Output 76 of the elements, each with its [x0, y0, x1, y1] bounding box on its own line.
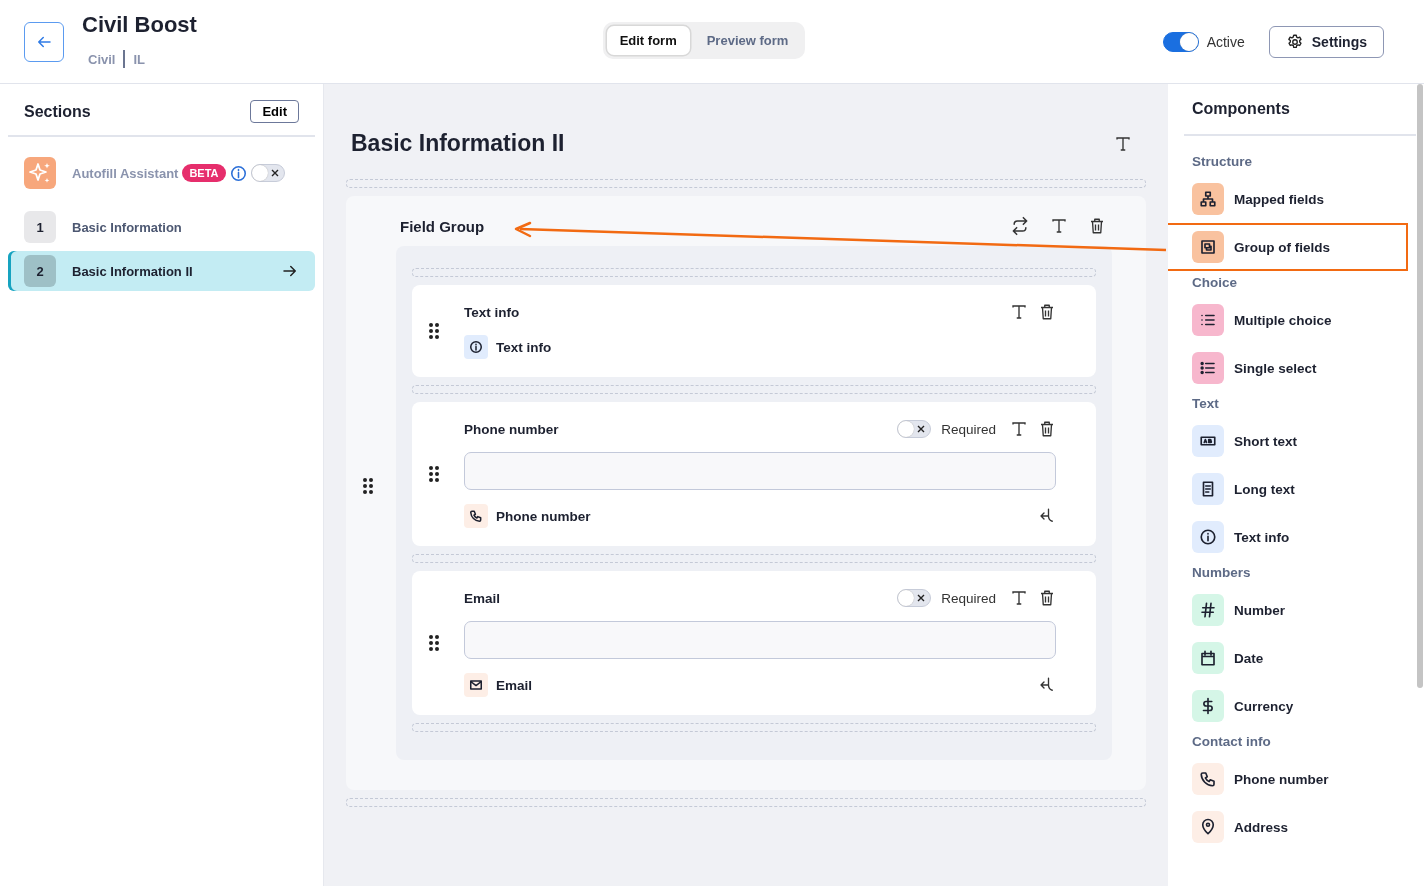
section-item[interactable]: 2 Basic Information II: [8, 251, 315, 291]
component-item[interactable]: Single select: [1184, 344, 1416, 392]
section-number: 2: [24, 255, 56, 287]
back-button[interactable]: [24, 22, 64, 62]
mode-tab[interactable]: Edit form: [606, 26, 690, 55]
field-label: Phone number: [464, 421, 559, 437]
field-type-label: Email: [496, 677, 534, 693]
section-item[interactable]: 1 Basic Information: [8, 207, 315, 247]
settings-icon: [1285, 33, 1304, 51]
component-item[interactable]: Text info: [1184, 513, 1416, 561]
component-category: Text: [1191, 395, 1220, 413]
required-toggle[interactable]: [897, 420, 932, 438]
form-title: Civil Boost: [82, 12, 197, 38]
text-format-icon[interactable]: [1010, 303, 1028, 321]
drag-handle-icon[interactable]: [428, 322, 440, 340]
required-label: Required: [941, 590, 996, 606]
field-group-title: Field Group: [400, 217, 485, 235]
input-field[interactable]: [464, 452, 1056, 490]
component-item[interactable]: Phone number: [1184, 755, 1416, 803]
component-item[interactable]: Mapped fields: [1184, 175, 1416, 223]
components-title: Components: [1184, 84, 1416, 136]
info-icon: [464, 335, 488, 359]
field-label: Text info: [464, 304, 520, 320]
field-label: Email: [464, 590, 501, 606]
active-label: Active: [1206, 34, 1245, 50]
text-format-icon[interactable]: [1010, 589, 1028, 607]
mode-tab[interactable]: Preview form: [693, 26, 802, 55]
drag-handle-icon[interactable]: [362, 477, 374, 495]
text-format-icon[interactable]: [1114, 134, 1132, 153]
input-field[interactable]: [464, 621, 1056, 659]
trash-icon[interactable]: [1038, 303, 1056, 321]
text-format-icon[interactable]: [1010, 420, 1028, 438]
active-toggle[interactable]: [1162, 32, 1199, 52]
x-icon: [270, 169, 279, 177]
autofill-label: Autofill Assistant: [72, 165, 179, 181]
component-item[interactable]: Address: [1184, 803, 1416, 851]
section-number: 1: [24, 211, 56, 243]
phone-icon: [464, 504, 488, 528]
component-category: Contact info: [1191, 733, 1272, 751]
sections-title: Sections: [24, 102, 91, 121]
text-format-icon[interactable]: [1050, 217, 1068, 235]
trash-icon[interactable]: [1038, 420, 1056, 438]
info-icon[interactable]: [229, 164, 247, 182]
component-item[interactable]: Currency: [1184, 682, 1416, 730]
field-type-label: Phone number: [496, 508, 592, 524]
component-item[interactable]: Short text: [1184, 417, 1416, 465]
scrollbar[interactable]: [1417, 84, 1423, 688]
settings-button[interactable]: Settings: [1268, 26, 1384, 58]
swap-icon[interactable]: [1010, 216, 1030, 236]
component-category: Choice: [1191, 274, 1238, 292]
field-type-label: Text info: [496, 339, 553, 355]
component-item[interactable]: Long text: [1184, 465, 1416, 513]
envelope-icon: [464, 673, 488, 697]
section-label: Basic Information II: [72, 263, 194, 279]
component-item[interactable]: Number: [1184, 586, 1416, 634]
section-label: Basic Information: [72, 219, 183, 235]
required-label: Required: [941, 421, 996, 437]
trash-icon[interactable]: [1088, 217, 1106, 235]
component-item[interactable]: Date: [1184, 634, 1416, 682]
section-heading: Basic Information II: [351, 130, 565, 157]
component-category: Numbers: [1191, 564, 1252, 582]
autofill-toggle[interactable]: [250, 164, 285, 182]
sparkle-icon: [24, 157, 56, 189]
drag-handle-icon[interactable]: [428, 465, 440, 483]
branch-arrow-icon[interactable]: [1038, 676, 1056, 694]
required-toggle[interactable]: [897, 589, 932, 607]
x-icon: [917, 594, 926, 602]
component-category: Structure: [1191, 153, 1253, 171]
edit-button[interactable]: Edit: [250, 100, 299, 123]
branch-arrow-icon[interactable]: [1038, 507, 1056, 525]
component-item[interactable]: Multiple choice: [1184, 296, 1416, 344]
drag-handle-icon[interactable]: [428, 634, 440, 652]
component-item[interactable]: Group of fields: [1168, 223, 1408, 271]
beta-badge: BETA: [182, 164, 226, 182]
x-icon: [917, 425, 926, 433]
trash-icon[interactable]: [1038, 589, 1056, 607]
